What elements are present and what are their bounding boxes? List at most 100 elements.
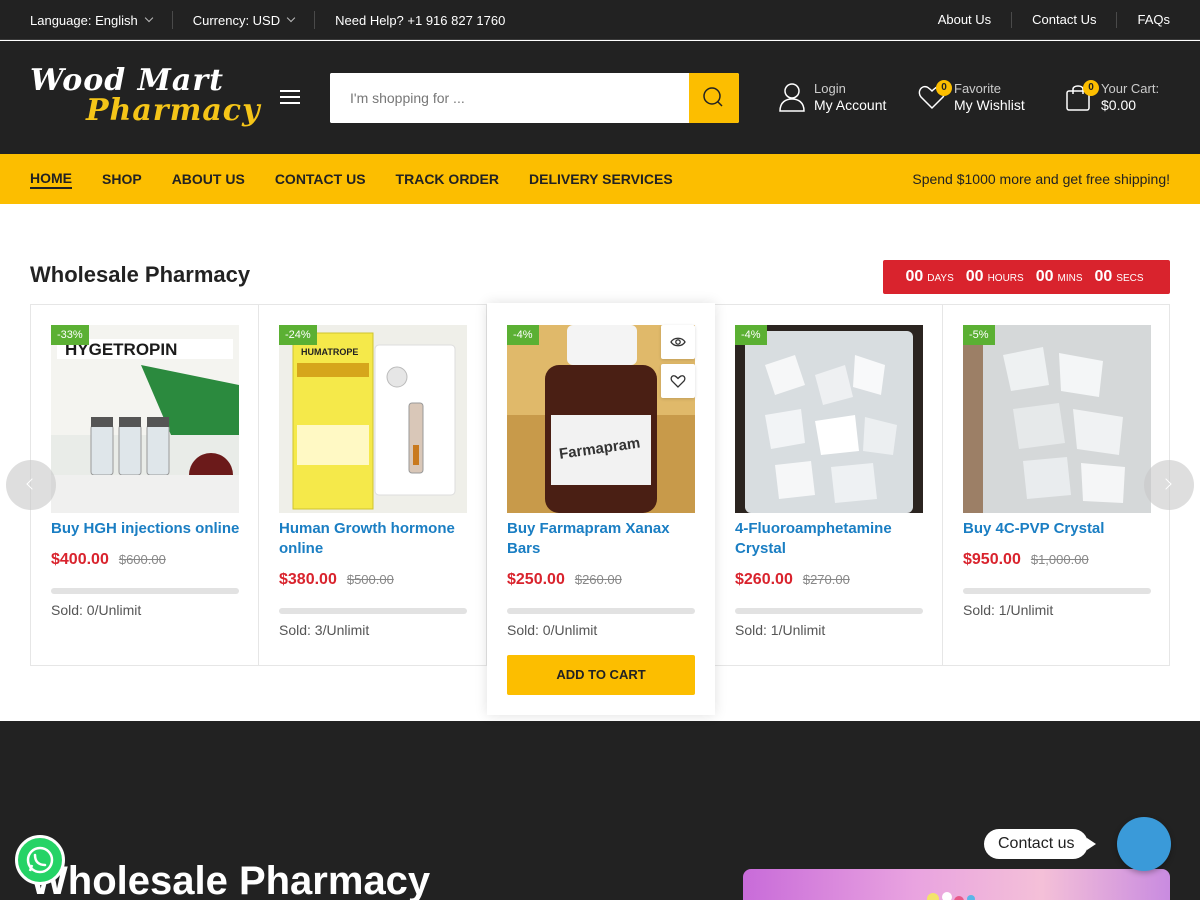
site-header: Wood Mart Pharmacy Login My Account (0, 41, 1200, 154)
language-label: Language: English (30, 12, 138, 28)
product-title[interactable]: Human Growth hormone online (279, 519, 471, 559)
account-link[interactable]: Login My Account (778, 81, 886, 113)
contact-us-link[interactable]: Contact Us (1011, 12, 1116, 28)
sold-progress-bar (51, 588, 239, 594)
nav-home[interactable]: HOME (30, 170, 72, 189)
about-us-link[interactable]: About Us (938, 12, 1011, 28)
countdown-hours: 00 (965, 268, 984, 285)
sold-count: Sold: 1/Unlimit (735, 622, 826, 638)
account-small-label: Login (814, 81, 846, 96)
discount-badge: -4% (735, 325, 767, 345)
countdown-hours-unit: HOURS (987, 273, 1024, 284)
search-button[interactable] (689, 73, 739, 123)
nav-about-us[interactable]: ABOUT US (172, 171, 245, 187)
product-card: -5% Buy 4C-PVP Crystal $950.00 $1,000.00… (943, 305, 1171, 665)
product-image[interactable]: HUMATROPE (279, 325, 467, 513)
search-icon (703, 87, 723, 107)
product-image[interactable]: HYGETROPIN (51, 325, 239, 513)
add-to-wishlist-button[interactable] (661, 364, 695, 398)
nav-shop[interactable]: SHOP (102, 171, 142, 187)
product-card: Farmapram -4% Buy Farmapram Xanax Bars $… (487, 303, 715, 715)
discount-badge: -33% (51, 325, 89, 345)
cart-small-label: Your Cart: (1101, 81, 1160, 96)
user-icon (778, 82, 806, 112)
chevron-down-icon (286, 13, 296, 23)
nav-track-order[interactable]: TRACK ORDER (396, 171, 499, 187)
eye-icon (670, 337, 686, 347)
help-phone[interactable]: Need Help? +1 916 827 1760 (335, 11, 525, 29)
product-price: $250.00 $260.00 (507, 571, 622, 589)
sale-price: $250.00 (507, 571, 565, 588)
top-bar: Language: English Currency: USD Need Hel… (0, 0, 1200, 40)
top-bar-left: Language: English Currency: USD Need Hel… (30, 0, 545, 40)
chevron-left-icon (26, 478, 38, 490)
faqs-link[interactable]: FAQs (1116, 12, 1170, 28)
sold-count: Sold: 1/Unlimit (963, 602, 1054, 618)
nav-delivery-services[interactable]: DELIVERY SERVICES (529, 171, 673, 187)
countdown-timer: 00 DAYS 00 HOURS 00 MINS 00 SECS (883, 260, 1170, 294)
sold-progress-bar (963, 588, 1151, 594)
wishlist-link[interactable]: 0 Favorite My Wishlist (918, 80, 1025, 113)
sold-progress-bar (279, 608, 467, 614)
discount-badge: -24% (279, 325, 317, 345)
regular-price: $600.00 (118, 552, 166, 567)
product-price: $950.00 $1,000.00 (963, 551, 1089, 569)
cart-total: $0.00 (1101, 97, 1137, 113)
cart-count-badge: 0 (1083, 80, 1099, 96)
regular-price: $1,000.00 (1030, 552, 1089, 567)
wishlist-small-label: Favorite (954, 81, 1001, 96)
sale-price: $260.00 (735, 571, 793, 588)
language-switcher[interactable]: Language: English (30, 11, 173, 29)
currency-label: Currency: USD (192, 12, 281, 28)
sale-price: $950.00 (963, 551, 1021, 568)
countdown-secs: 00 (1094, 268, 1113, 285)
search-input[interactable] (330, 73, 689, 123)
chevron-down-icon (144, 13, 153, 23)
wishlist-label: My Wishlist (954, 97, 1025, 113)
promo-heading: Wholesale Pharmacy (30, 859, 431, 900)
nav-contact-us[interactable]: CONTACT US (275, 171, 366, 187)
search-form (330, 73, 739, 123)
discount-badge: -5% (963, 325, 995, 345)
product-carousel: HYGETROPIN -33% Buy HGH injections onlin… (30, 303, 1171, 715)
discount-badge: -4% (507, 325, 539, 345)
cart-link[interactable]: 0 Your Cart: $0.00 (1065, 80, 1160, 113)
heart-icon: 0 (918, 80, 952, 112)
contact-us-label[interactable]: Contact us (984, 829, 1098, 859)
sale-price: $380.00 (279, 571, 337, 588)
carousel-next-button[interactable] (1144, 460, 1194, 510)
product-image[interactable] (735, 325, 923, 513)
free-shipping-notice: Spend $1000 more and get free shipping! (912, 171, 1170, 187)
product-title[interactable]: Buy HGH injections online (51, 519, 243, 539)
sold-count: Sold: 0/Unlimit (507, 622, 598, 638)
add-to-cart-button[interactable]: ADD TO CART (507, 655, 695, 695)
section-title: Wholesale Pharmacy (30, 262, 251, 287)
sold-count: Sold: 0/Unlimit (51, 602, 142, 618)
sale-price: $400.00 (51, 551, 109, 568)
chat-button[interactable] (1117, 817, 1171, 871)
cart-icon: 0 (1065, 80, 1099, 112)
product-title[interactable]: Buy 4C-PVP Crystal (963, 519, 1155, 539)
product-title[interactable]: Buy Farmapram Xanax Bars (507, 519, 699, 559)
countdown-days: 00 (905, 268, 924, 285)
site-logo[interactable]: Wood Mart Pharmacy (30, 63, 260, 129)
whatsapp-button[interactable] (15, 835, 65, 885)
countdown-mins-unit: MINS (1057, 273, 1083, 284)
whatsapp-icon (26, 846, 54, 874)
carousel-prev-button[interactable] (6, 460, 56, 510)
regular-price: $260.00 (574, 572, 622, 587)
menu-icon[interactable] (280, 90, 300, 104)
countdown-mins: 00 (1035, 268, 1054, 285)
heart-icon (670, 375, 686, 388)
logo-line2: Pharmacy (86, 93, 261, 128)
currency-switcher[interactable]: Currency: USD (192, 11, 316, 29)
regular-price: $500.00 (346, 572, 394, 587)
quick-view-button[interactable] (661, 325, 695, 359)
product-image[interactable] (963, 325, 1151, 513)
sold-count: Sold: 3/Unlimit (279, 622, 370, 638)
product-title[interactable]: 4-Fluoroamphetamine Crystal (735, 519, 927, 559)
product-card: HUMATROPE -24% Human Growth hormone onli… (259, 305, 487, 665)
promo-image (743, 869, 1170, 900)
product-price: $380.00 $500.00 (279, 571, 394, 589)
sold-progress-bar (735, 608, 923, 614)
